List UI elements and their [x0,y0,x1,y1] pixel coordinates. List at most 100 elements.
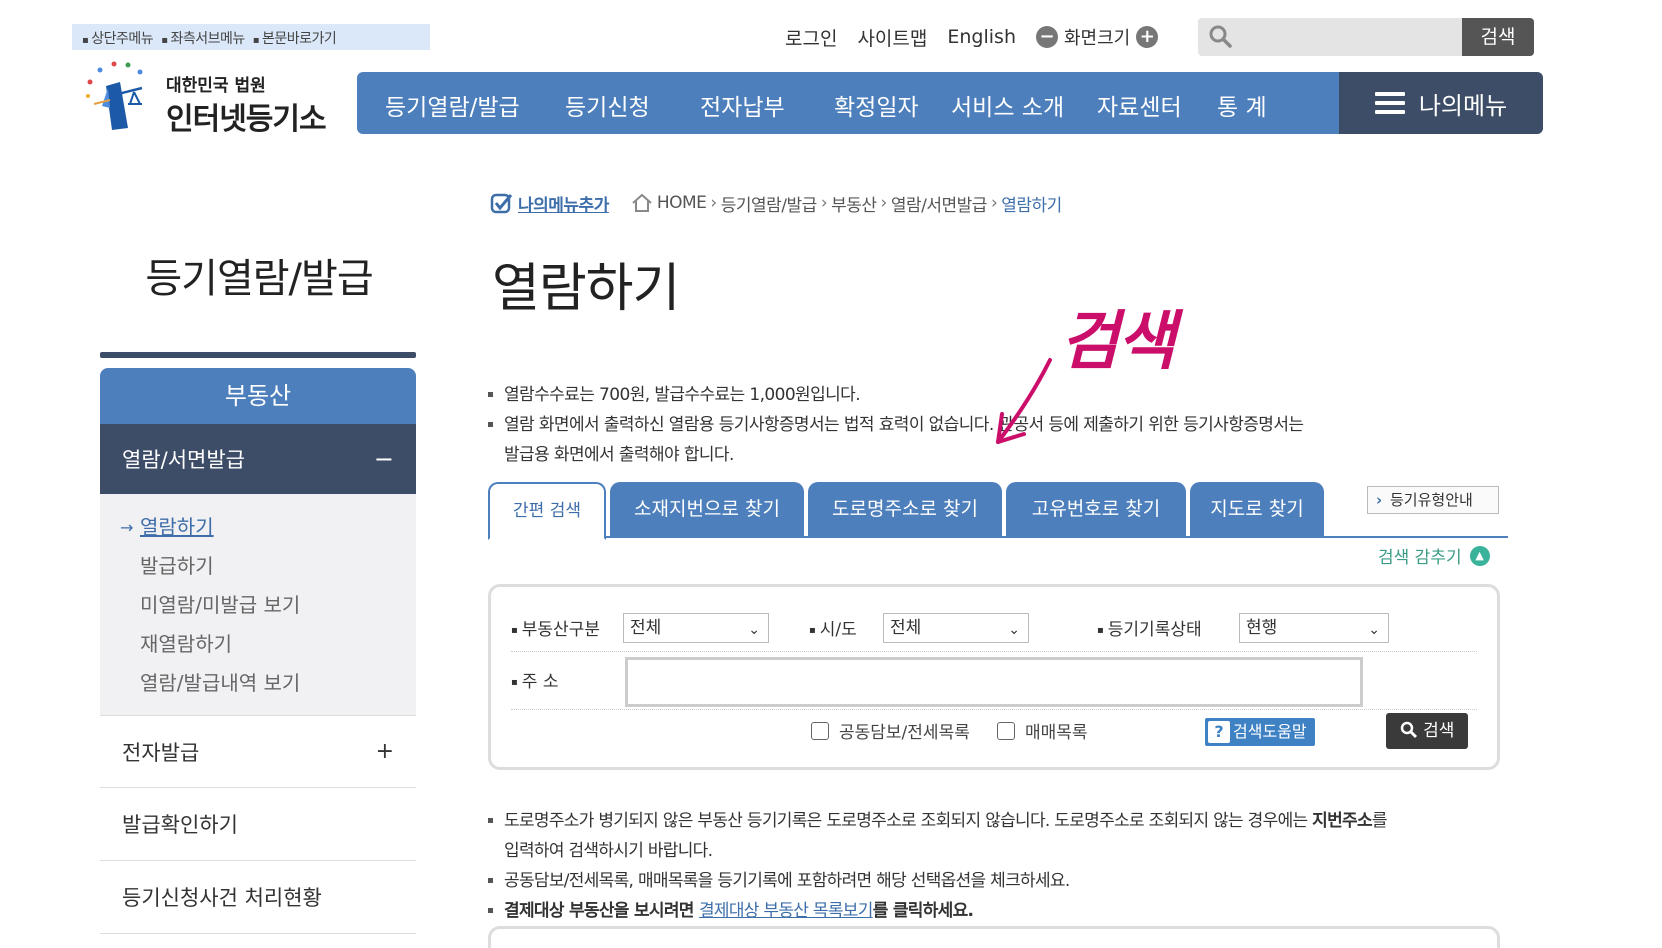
breadcrumb-home[interactable]: HOME [657,193,707,213]
question-icon: ? [1208,721,1230,743]
breadcrumb-current: 열람하기 [1001,195,1062,216]
tab-map[interactable]: 지도로 찾기 [1190,482,1324,538]
subnav-issue[interactable]: 발급하기 [120,547,416,586]
nav-e-payment[interactable]: 전자납부 [700,88,785,122]
logo-title: 인터넷등기소 [166,102,327,137]
sidebar-item-view-issue[interactable]: 열람/서면발급 − [100,424,416,494]
sitemap-link[interactable]: 사이트맵 [857,24,927,51]
registry-status-select[interactable]: 현행 ⌄ [1239,613,1389,643]
court-emblem-icon [86,61,143,130]
note-text: 도로명주소가 병기되지 않은 부동산 등기기록은 도로명주소로 조회되지 않습니… [504,811,1313,831]
zoom-out-icon[interactable]: − [1035,26,1058,48]
page-title: 열람하기 [492,259,680,319]
address-input[interactable] [625,657,1363,707]
sidebar-item-verify[interactable]: 발급확인하기 [100,788,416,861]
chevron-up-icon: ▲ [1469,545,1490,566]
form-divider [511,709,1477,710]
my-menu-button[interactable]: 나의메뉴 [1339,72,1543,134]
nav-data-center[interactable]: 자료센터 [1097,88,1182,122]
sidebar: 부동산 열람/서면발급 − 열람하기 발급하기 미열람/미발급 보기 재열람하기… [100,352,416,934]
subnav-unviewed[interactable]: 미열람/미발급 보기 [120,586,416,625]
chevron-down-icon: ⌄ [1008,622,1020,638]
breadcrumb-item[interactable]: 부동산 [831,191,877,216]
checkbox-icon [811,721,829,740]
sidebar-head-realty[interactable]: 부동산 [100,368,416,424]
login-link[interactable]: 로그인 [785,24,837,51]
nav-statistics[interactable]: 통 계 [1217,88,1267,122]
search-help-label: 검색도움말 [1233,722,1307,741]
chevron-right-icon: › [710,193,717,213]
search-button-label: 검색 [1423,721,1455,741]
collapse-search-toggle[interactable]: 검색 감추기 ▲ [1378,543,1490,568]
breadcrumb-item[interactable]: 열람/서면발급 [891,191,988,216]
subnav-review[interactable]: 재열람하기 [120,625,416,664]
nav-application[interactable]: 등기신청 [565,88,650,122]
checkbox-check-icon [490,193,513,214]
skip-link-content[interactable]: 본문바로가기 [253,31,337,47]
chevron-right-icon: › [990,193,998,213]
logo-court-text: 대한민국 법원 [166,76,266,96]
utility-links: 로그인 사이트맵 English − 화면크기 + [785,22,1159,52]
sido-value: 전체 [890,618,922,638]
chevron-down-icon: ⌄ [1368,622,1380,638]
tab-unique-number[interactable]: 고유번호로 찾기 [1006,482,1186,538]
add-my-menu-link[interactable]: 나의메뉴추가 [518,191,609,216]
site-logo[interactable]: 대한민국 법원 인터넷등기소 [80,56,340,137]
registry-type-guide-button[interactable]: 등기유형안내 [1367,486,1499,514]
collapse-label: 검색 감추기 [1378,548,1462,568]
note-bold: 지번주소 [1312,811,1372,831]
checkbox-icon [997,721,1015,740]
tab-simple-search[interactable]: 간편 검색 [488,482,606,540]
search-icon [1209,25,1232,48]
sidebar-item-label: 전자발급 [122,740,200,765]
registry-status-value: 현행 [1246,618,1278,638]
top-search-input[interactable] [1242,24,1482,50]
search-help-button[interactable]: ? 검색도움말 [1205,718,1315,746]
sales-list-checkbox[interactable]: 매매목록 [997,718,1088,743]
collapse-icon: − [373,445,394,473]
search-icon [1400,721,1417,739]
breadcrumb: 나의메뉴추가 HOME › 등기열람/발급 › 부동산 › 열람/서면발급 › 열람하기 [490,190,1062,216]
results-box [488,926,1500,948]
realty-type-value: 전체 [630,618,662,638]
note-bold: 를 클릭하세요. [872,901,974,921]
chevron-down-icon: ⌄ [748,622,760,638]
sidebar-item-case-status[interactable]: 등기신청사건 처리현황 [100,861,416,934]
top-search-button[interactable]: 검색 [1462,18,1534,56]
note-line: 도로명주소가 병기되지 않은 부동산 등기기록은 도로명주소로 조회되지 않습니… [488,806,1388,836]
sidebar-item-label: 등기신청사건 처리현황 [122,886,322,910]
sidebar-item-e-issue[interactable]: 전자발급 + [100,715,416,788]
skip-link-side-menu[interactable]: 좌측서브메뉴 [161,31,245,47]
search-tabs: 간편 검색 소재지번으로 찾기 도로명주소로 찾기 고유번호로 찾기 지도로 찾… [488,482,1508,540]
sido-select[interactable]: 전체 ⌄ [883,613,1029,643]
checkbox-label: 공동담보/전세목록 [839,723,970,743]
zoom-control: − 화면크기 + [1035,24,1159,50]
nav-service-intro[interactable]: 서비스 소개 [951,88,1064,122]
breadcrumb-item[interactable]: 등기열람/발급 [721,191,818,216]
top-search: 검색 [1198,18,1534,56]
joint-collateral-checkbox[interactable]: 공동담보/전세목록 [811,718,970,743]
chevron-right-icon: › [820,193,828,213]
payment-list-link[interactable]: 결제대상 부동산 목록보기 [699,901,873,921]
realty-type-label: 부동산구분 [511,615,600,640]
sidebar-item-label: 열람/서면발급 [122,448,245,472]
zoom-in-icon[interactable]: + [1136,26,1159,48]
skip-links: 상단주메뉴 좌측서브메뉴 본문바로가기 [72,24,430,50]
note-line: 결제대상 부동산을 보시려면 결제대상 부동산 목록보기를 클릭하세요. [488,896,1387,926]
subnav-history[interactable]: 열람/발급내역 보기 [120,664,416,703]
zoom-label: 화면크기 [1063,28,1131,49]
search-form: 부동산구분 전체 ⌄ 시/도 전체 ⌄ 등기기록상태 현행 ⌄ 주 소 공동담보/전세… [488,584,1500,770]
registry-status-label: 등기기록상태 [1097,615,1202,640]
search-button[interactable]: 검색 [1386,713,1468,749]
subnav-view[interactable]: 열람하기 [120,508,416,547]
nav-fixed-date[interactable]: 확정일자 [834,88,919,122]
nav-view-issue[interactable]: 등기열람/발급 [385,88,520,122]
english-link[interactable]: English [947,26,1016,48]
tab-lot-number[interactable]: 소재지번으로 찾기 [610,482,804,538]
tab-road-address[interactable]: 도로명주소로 찾기 [808,482,1002,538]
realty-type-select[interactable]: 전체 ⌄ [623,613,769,643]
search-notes: 도로명주소가 병기되지 않은 부동산 등기기록은 도로명주소로 조회되지 않습니… [488,806,1388,926]
form-divider [511,651,1477,652]
expand-icon: + [375,739,394,764]
skip-link-top-menu[interactable]: 상단주메뉴 [82,31,154,47]
